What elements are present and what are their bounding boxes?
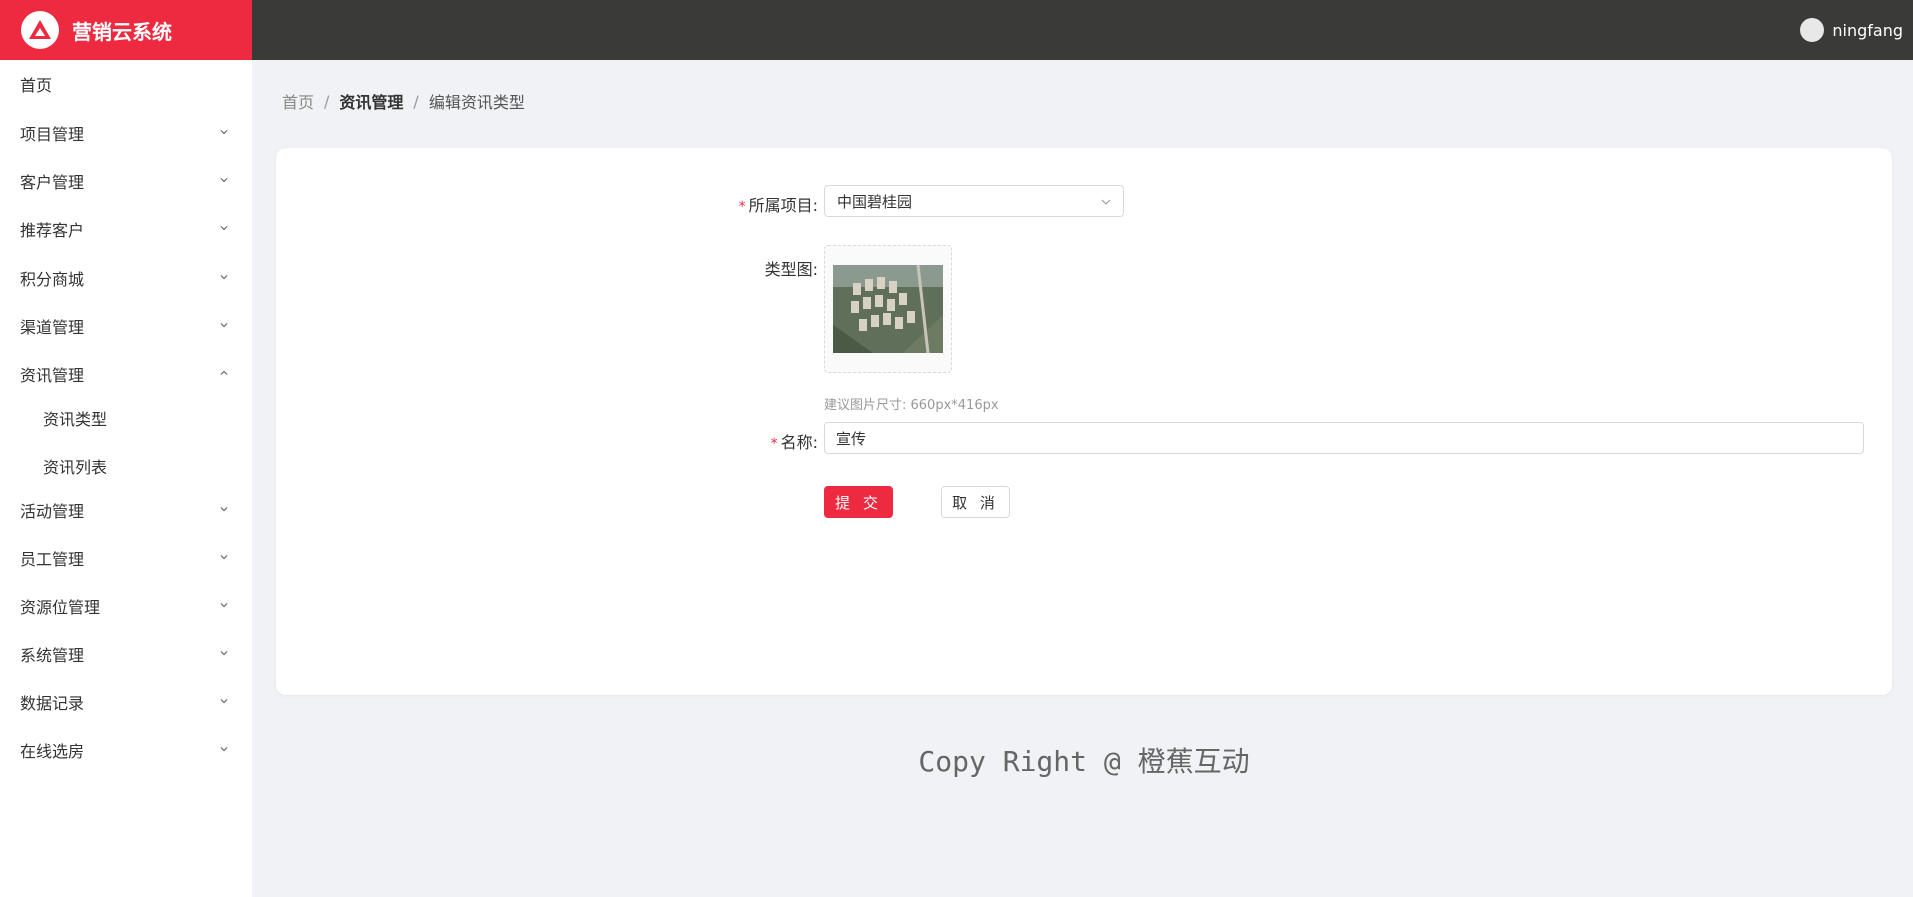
chevron-down-icon (220, 651, 228, 656)
required-mark: * (738, 199, 746, 215)
sidebar-item-label: 资讯管理 (20, 366, 85, 385)
sidebar-item-label: 积分商城 (20, 270, 85, 289)
user-menu[interactable]: ningfang (1800, 0, 1903, 60)
sidebar-item-data-records[interactable]: 数据记录 (0, 682, 252, 722)
chevron-down-icon (220, 747, 228, 752)
project-select-value: 中国碧桂园 (837, 192, 913, 211)
sidebar-item-points-mall[interactable]: 积分商城 (0, 258, 252, 298)
sidebar-item-label: 系统管理 (20, 646, 85, 665)
required-mark: * (770, 436, 778, 452)
sidebar-subitem-news-types[interactable]: 资讯类型 (0, 398, 252, 438)
image-upload[interactable] (824, 245, 952, 373)
sidebar-subitem-label: 资讯类型 (43, 410, 108, 429)
sidebar-item-channels[interactable]: 渠道管理 (0, 306, 252, 346)
sidebar-item-label: 渠道管理 (20, 318, 85, 337)
chevron-up-icon (220, 370, 228, 375)
breadcrumb-home-link[interactable]: 首页 (282, 89, 314, 113)
sidebar-item-label: 员工管理 (20, 550, 85, 569)
chevron-down-icon (220, 130, 228, 135)
chevron-down-icon (220, 226, 228, 231)
username: ningfang (1832, 20, 1903, 40)
sidebar-item-label: 资源位管理 (20, 598, 101, 617)
sidebar-item-label: 首页 (20, 76, 53, 95)
chevron-down-icon (220, 323, 228, 328)
sidebar-item-news[interactable]: 资讯管理 (0, 354, 252, 394)
breadcrumb-section-link[interactable]: 资讯管理 (339, 89, 403, 113)
cancel-button[interactable]: 取 消 (941, 486, 1010, 518)
top-header: 营销云系统 ningfang (0, 0, 1913, 60)
sidebar-item-label: 项目管理 (20, 125, 85, 144)
chevron-down-icon (220, 699, 228, 704)
brand[interactable]: 营销云系统 (0, 0, 252, 60)
sidebar-item-staff[interactable]: 员工管理 (0, 538, 252, 578)
sidebar-item-label: 数据记录 (20, 694, 85, 713)
sidebar-subitem-label: 资讯列表 (43, 458, 108, 477)
name-label: * 名称: (771, 429, 818, 453)
name-label-text: 名称: (780, 433, 818, 452)
sidebar-item-projects[interactable]: 项目管理 (0, 113, 252, 153)
project-label-text: 所属项目: (748, 196, 818, 215)
copyright-footer: Copy Right @ 橙蕉互动 (918, 745, 1250, 778)
project-select[interactable]: 中国碧桂园 (824, 185, 1124, 217)
sidebar: 首页 项目管理 客户管理 推荐客户 积分商城 渠道管理 资讯管理 资讯类型 资讯… (0, 60, 252, 897)
image-label-text: 类型图: (764, 260, 818, 279)
app-title: 营销云系统 (72, 19, 172, 44)
sidebar-item-label: 在线选房 (20, 742, 85, 761)
chevron-down-icon (1101, 199, 1111, 205)
breadcrumb-separator: / (413, 91, 419, 111)
breadcrumb: 首页 / 资讯管理 / 编辑资讯类型 (282, 89, 525, 113)
user-avatar-icon (1800, 18, 1825, 42)
chevron-down-icon (220, 275, 228, 280)
chevron-down-icon (220, 507, 228, 512)
sidebar-item-activities[interactable]: 活动管理 (0, 490, 252, 530)
sidebar-item-system[interactable]: 系统管理 (0, 634, 252, 674)
triangle-logo-icon (21, 11, 59, 49)
chevron-down-icon (220, 178, 228, 183)
sidebar-item-online-housing[interactable]: 在线选房 (0, 730, 252, 770)
breadcrumb-separator: / (324, 91, 330, 111)
chevron-down-icon (220, 603, 228, 608)
name-input[interactable] (824, 422, 1864, 454)
uploaded-image-thumbnail[interactable] (833, 265, 943, 353)
sidebar-item-home[interactable]: 首页 (0, 64, 252, 104)
sidebar-item-customers[interactable]: 客户管理 (0, 161, 252, 201)
sidebar-subitem-news-list[interactable]: 资讯列表 (0, 446, 252, 486)
submit-button[interactable]: 提 交 (824, 486, 893, 518)
sidebar-item-label: 推荐客户 (20, 221, 85, 240)
sidebar-item-resource-slots[interactable]: 资源位管理 (0, 586, 252, 626)
sidebar-item-referrals[interactable]: 推荐客户 (0, 209, 252, 249)
image-label: 类型图: (765, 256, 818, 280)
project-label: * 所属项目: (739, 192, 818, 216)
sidebar-item-label: 客户管理 (20, 173, 85, 192)
chevron-down-icon (220, 555, 228, 560)
breadcrumb-current: 编辑资讯类型 (428, 93, 525, 112)
sidebar-item-label: 活动管理 (20, 502, 85, 521)
image-size-hint: 建议图片尺寸: 660px*416px (824, 398, 999, 413)
